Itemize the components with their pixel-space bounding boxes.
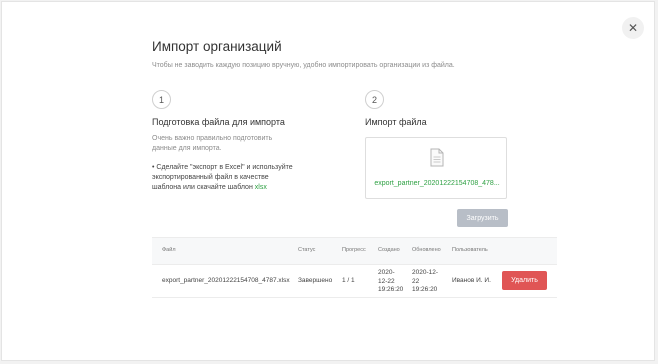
header-status: Статус [298, 247, 316, 253]
template-xlsx-link[interactable]: xlsx [255, 184, 267, 191]
step-1-instruction-line: экспортированный файл в качестве [152, 174, 269, 181]
upload-button[interactable]: Загрузить [457, 209, 508, 227]
header-file: Файл [162, 247, 176, 253]
imports-table: Файл Статус Прогресс Создано Обновлено П… [152, 237, 557, 298]
row-updated-line: 19:26:20 [412, 286, 438, 293]
row-status: Завершено [298, 277, 333, 284]
header-updated: Обновлено [412, 247, 441, 253]
table-row: export_partner_20201222154708_4787.xlsx … [152, 265, 557, 298]
step-2-title: Импорт файла [365, 117, 427, 127]
row-created-line: 12-22 [378, 277, 395, 285]
header-created: Создано [378, 247, 400, 253]
file-dropzone[interactable]: export_partner_20201222154708_478... [365, 137, 507, 199]
step-2-number: 2 [365, 90, 384, 109]
row-created-line: 2020- [378, 269, 395, 276]
step-1-number: 1 [152, 90, 171, 109]
header-user: Пользователь [452, 247, 488, 253]
row-user: Иванов И. И. [452, 277, 491, 284]
selected-file-name: export_partner_20201222154708_478... [374, 180, 500, 187]
file-document-icon [430, 148, 444, 172]
table-header: Файл Статус Прогресс Создано Обновлено П… [152, 237, 557, 265]
row-file: export_partner_20201222154708_4787.xlsx [162, 277, 290, 284]
row-progress: 1 / 1 [342, 277, 355, 284]
step-1-description-line: данные для импорта. [152, 145, 222, 152]
step-1-instruction-line: • Сделайте "экспорт в Excel" и используй… [152, 164, 293, 171]
step-1-description: Очень важно правильно подготовить данные… [152, 134, 272, 154]
modal-title: Импорт организаций [152, 39, 282, 54]
row-created: 2020- 12-22 19:26:20 [378, 269, 403, 295]
row-updated-line: 2020-12- [412, 269, 439, 276]
close-icon[interactable]: ✕ [622, 17, 644, 39]
header-progress: Прогресс [342, 247, 366, 253]
import-modal: ✕ Импорт организаций Чтобы не заводить к… [1, 1, 655, 361]
step-1-instruction-text: шаблона или скачайте шаблон [152, 184, 253, 191]
row-created-line: 19:26:20 [378, 286, 404, 293]
step-1-instruction-line: шаблона или скачайте шаблон xlsx [152, 183, 302, 193]
row-updated-line: 22 [412, 277, 420, 285]
row-updated: 2020-12- 22 19:26:20 [412, 269, 438, 295]
modal-subtitle: Чтобы не заводить каждую позицию вручную… [152, 62, 455, 69]
step-1-title: Подготовка файла для импорта [152, 117, 285, 127]
step-1-instruction: • Сделайте "экспорт в Excel" и используй… [152, 163, 302, 193]
delete-button[interactable]: Удалить [502, 271, 547, 290]
step-1-description-line: Очень важно правильно подготовить [152, 135, 273, 142]
